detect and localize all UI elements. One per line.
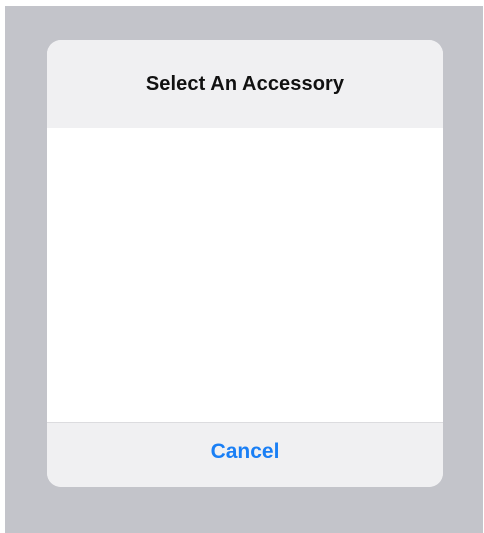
accessory-list — [47, 128, 443, 422]
dialog-footer: Cancel — [47, 423, 443, 487]
accessory-picker-dialog: Select An Accessory Cancel — [47, 40, 443, 487]
dialog-title: Select An Accessory — [145, 72, 345, 95]
cancel-button[interactable]: Cancel — [211, 440, 280, 464]
dialog-header: Select An Accessory — [47, 40, 443, 128]
